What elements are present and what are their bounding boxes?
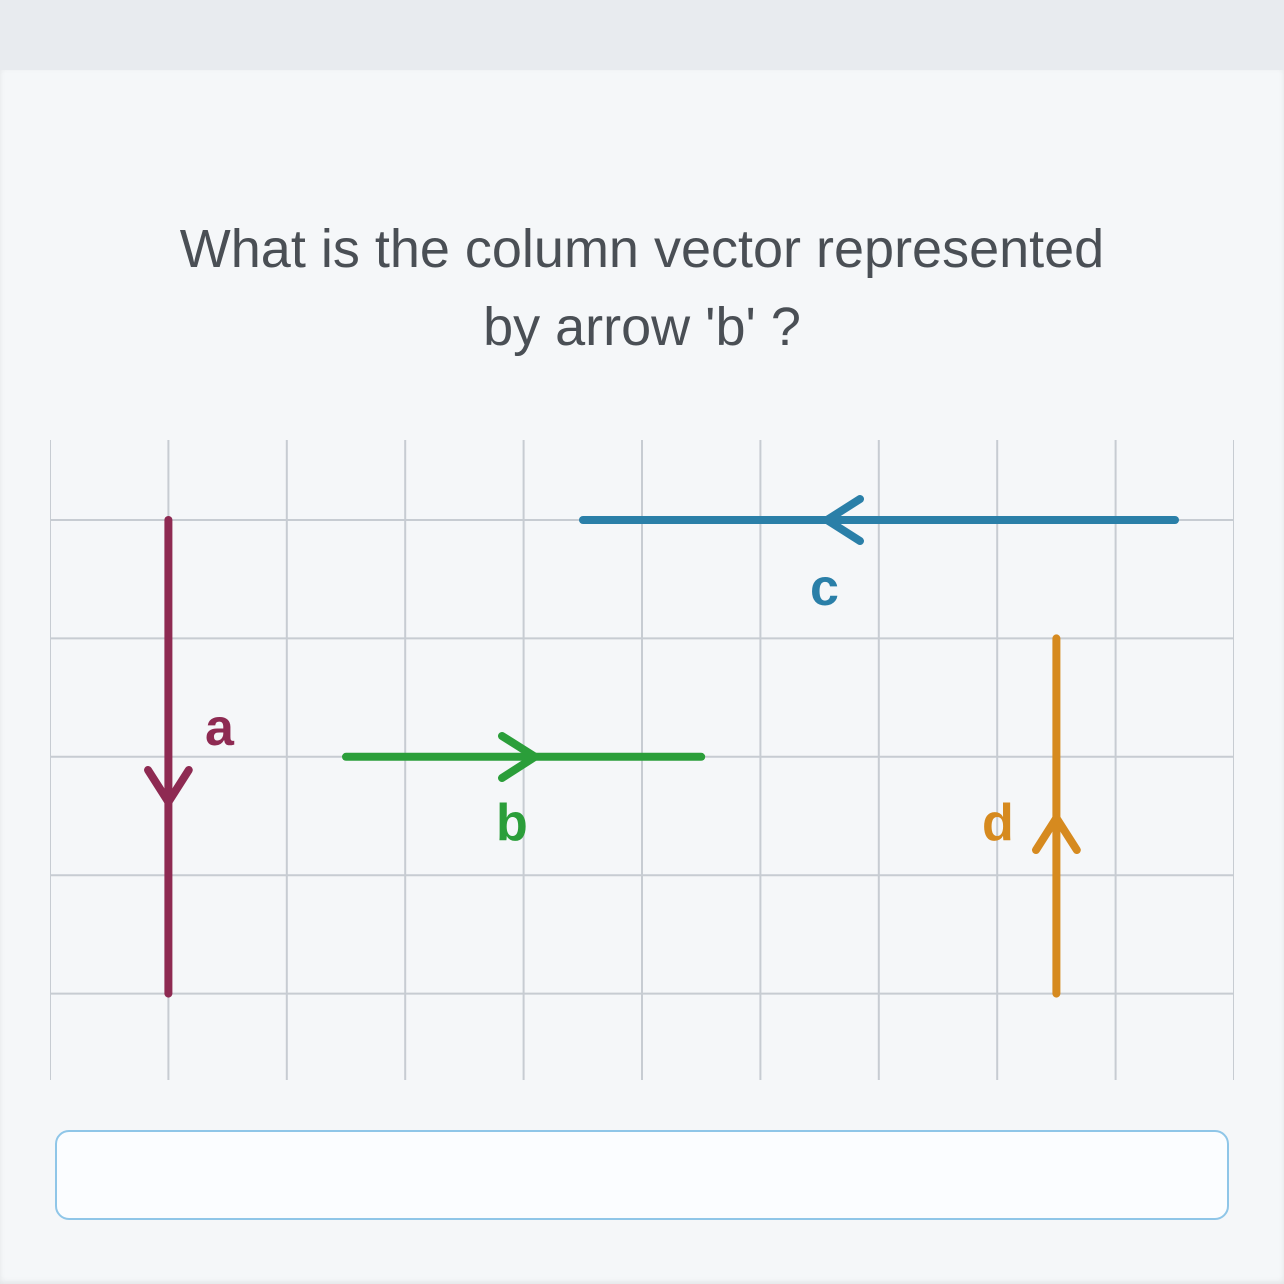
grid-svg: a b c d: [50, 440, 1234, 1080]
vector-d-label: d: [982, 794, 1014, 852]
page-content: What is the column vector represented by…: [0, 70, 1284, 1284]
answer-input[interactable]: [55, 1130, 1229, 1220]
vector-c-label: c: [810, 559, 839, 617]
vector-grid: a b c d: [50, 440, 1234, 1080]
vector-a-label: a: [205, 699, 235, 757]
question-line-2: by arrow 'b' ?: [483, 297, 801, 357]
question-line-1: What is the column vector represented: [180, 219, 1104, 279]
vector-b: b: [346, 736, 701, 852]
vector-b-label: b: [496, 794, 528, 852]
question-text: What is the column vector represented by…: [0, 210, 1284, 367]
